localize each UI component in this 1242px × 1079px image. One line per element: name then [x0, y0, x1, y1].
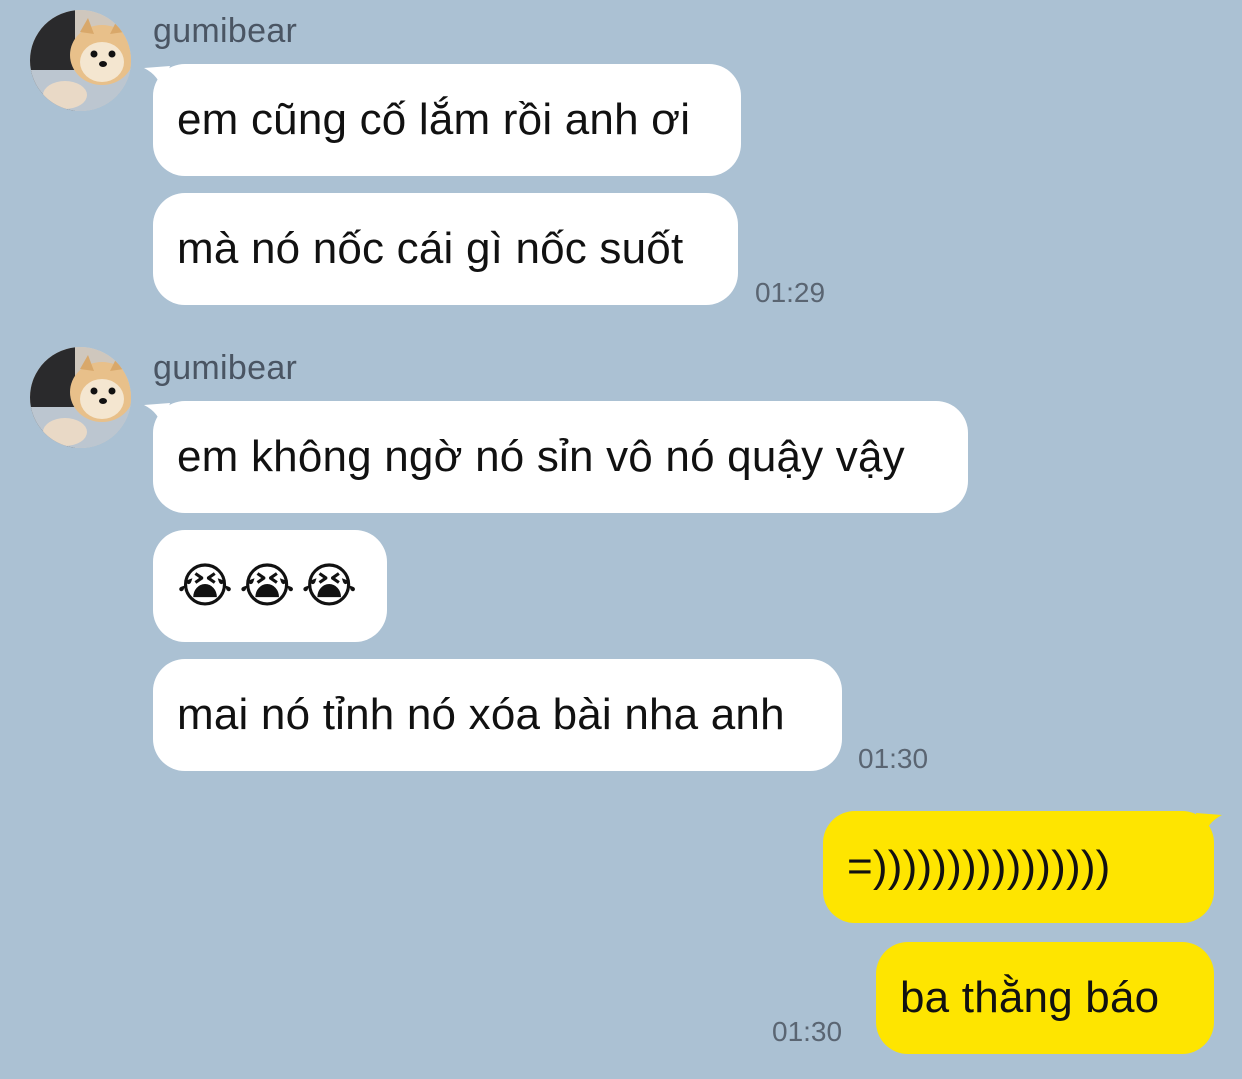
pomeranian-dog-icon	[30, 10, 131, 111]
message-text: em cũng cố lắm rồi anh ơi	[177, 95, 691, 144]
sender-name: gumibear	[153, 12, 298, 50]
message-timestamp: 01:30	[858, 743, 929, 774]
message-timestamp: 01:29	[755, 277, 826, 308]
sender-avatar[interactable]	[30, 347, 131, 448]
emoji-message-bubble[interactable]: 😭😭😭	[153, 530, 387, 642]
outgoing-message-bubble[interactable]: =))))))))))))))))	[823, 811, 1214, 923]
crying-emoji-text: 😭😭😭	[177, 558, 364, 614]
message-bubble[interactable]: mà nó nốc cái gì nốc suốt	[153, 193, 738, 305]
message-text: em không ngờ nó sỉn vô nó quậy vậy	[177, 432, 905, 481]
message-timestamp: 01:30	[772, 1016, 843, 1047]
message-text: ba thằng báo	[900, 973, 1160, 1022]
outgoing-message-bubble[interactable]: ba thằng báo	[876, 942, 1214, 1054]
sender-avatar[interactable]	[30, 10, 131, 111]
message-bubble[interactable]: em cũng cố lắm rồi anh ơi	[153, 64, 741, 176]
message-bubble[interactable]: em không ngờ nó sỉn vô nó quậy vậy	[153, 401, 968, 513]
pomeranian-dog-icon	[30, 347, 131, 448]
message-text: mai nó tỉnh nó xóa bài nha anh	[177, 690, 785, 739]
message-bubble[interactable]: mai nó tỉnh nó xóa bài nha anh	[153, 659, 842, 771]
sender-name: gumibear	[153, 349, 298, 387]
message-text: mà nó nốc cái gì nốc suốt	[177, 224, 684, 273]
message-text: =))))))))))))))))	[847, 842, 1111, 891]
